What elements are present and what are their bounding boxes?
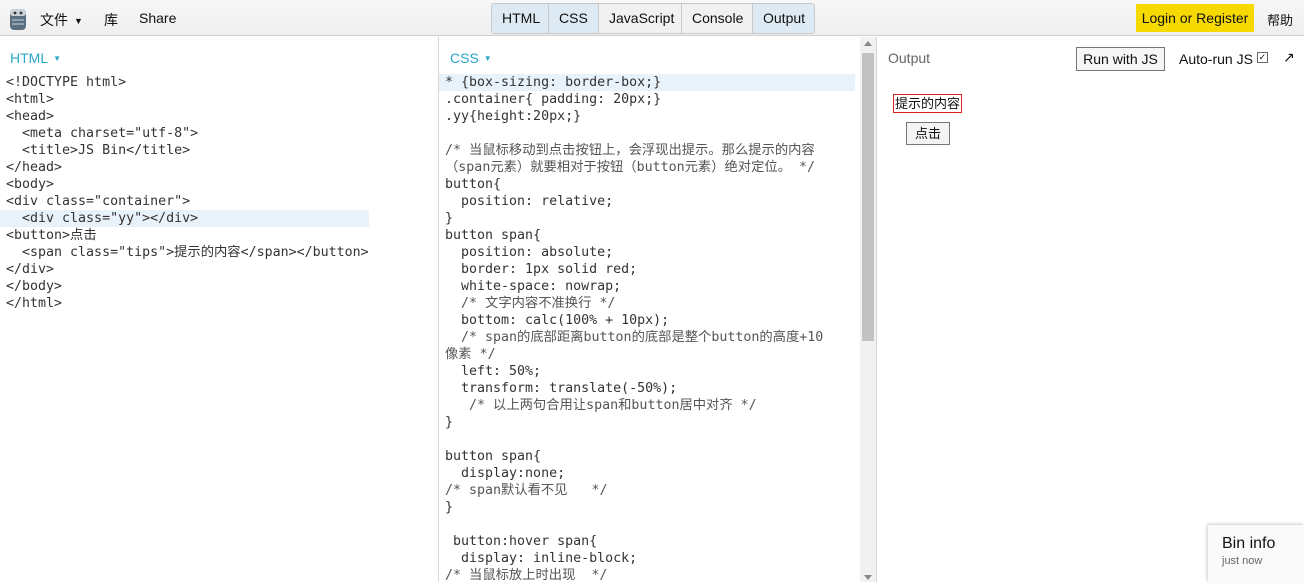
html-code-line: <!DOCTYPE html> (6, 75, 127, 90)
share-menu[interactable]: Share (139, 10, 176, 26)
css-panel-label[interactable]: CSS ▼ (450, 50, 492, 66)
caret-down-icon: ▼ (53, 54, 62, 63)
output-panel-label: Output (888, 50, 931, 66)
css-code-line: /* 当鼠标移动到点击按钮上，会浮现出提示。那么提示的内容 (445, 143, 815, 158)
tab-javascript[interactable]: JavaScript (599, 4, 682, 33)
top-toolbar: 文件 ▼ 库 Share HTML CSS JavaScript Console … (0, 0, 1304, 36)
css-code-line: display: inline-block; (445, 551, 638, 566)
html-code-editor[interactable]: <!DOCTYPE html> <html> <head> <meta charse… (0, 74, 369, 312)
css-code-line: /* span默认看不见 */ (445, 483, 608, 498)
css-code-line (445, 516, 855, 533)
css-code-line: .container{ padding: 20px;} (445, 92, 662, 107)
output-panel: Output Run with JS Auto-run JS ✓ ↗ 提示的内容 … (878, 37, 1304, 582)
css-code-line: display:none; (445, 466, 566, 481)
html-editor-panel: HTML ▼ <!DOCTYPE html> <html> <head> <meta … (0, 37, 439, 582)
demo-click-button[interactable]: 点击 (906, 122, 950, 145)
css-code-line: /* 以上两句合用让span和button居中对齐 */ (445, 398, 757, 413)
html-panel-label-text: HTML (10, 50, 49, 66)
html-panel-label[interactable]: HTML ▼ (10, 50, 61, 66)
css-code-line: .yy{height:20px;} (445, 109, 582, 124)
css-code-editor[interactable]: * {box-sizing: border-box;} .container{ p… (439, 74, 855, 584)
html-code-line: <span class="tips">提示的内容</span></button> (6, 245, 369, 260)
login-register-button[interactable]: Login or Register (1136, 4, 1254, 32)
css-code-line: * {box-sizing: border-box;} (439, 74, 855, 91)
css-code-line: （span元素）就要相对于按钮（button元素）绝对定位。 */ (445, 160, 816, 175)
css-code-line: button{ (445, 177, 502, 192)
css-editor-panel: CSS ▼ * {box-sizing: border-box;} .contain… (439, 37, 877, 584)
css-code-line (445, 431, 855, 448)
scroll-down-arrow-icon[interactable] (864, 575, 872, 580)
scroll-up-arrow-icon[interactable] (864, 41, 872, 46)
css-code-line: } (445, 211, 454, 226)
autorun-checkbox[interactable]: ✓ (1256, 52, 1268, 63)
expand-arrow-icon[interactable]: ↗ (1283, 49, 1295, 66)
autorun-js-toggle[interactable]: Auto-run JS ✓ (1179, 51, 1268, 67)
html-code-line: <div class="container"> (6, 194, 191, 209)
bin-info-title: Bin info (1222, 535, 1276, 552)
tab-console[interactable]: Console (682, 4, 753, 33)
html-code-line: </head> (6, 160, 63, 175)
css-code-line: 像素 */ (445, 347, 496, 362)
css-code-line (445, 125, 855, 142)
css-code-line: position: absolute; (445, 245, 614, 260)
html-code-line: <button>点击 (6, 228, 97, 243)
css-code-line: transform: translate(-50%); (445, 381, 678, 396)
bin-info-box[interactable]: Bin info just now (1208, 525, 1304, 582)
css-code-line: button:hover span{ (445, 534, 598, 549)
css-code-line: /* 文字内容不准换行 */ (445, 296, 616, 311)
css-code-line: left: 50%; (445, 364, 542, 379)
tab-css[interactable]: CSS (549, 4, 599, 33)
html-code-line: </html> (6, 296, 63, 311)
css-code-line: position: relative; (445, 194, 614, 209)
css-scrollbar[interactable] (860, 37, 876, 582)
help-menu[interactable]: 帮助 (1267, 10, 1293, 29)
tooltip-preview: 提示的内容 (893, 94, 963, 113)
html-code-line: <html> (6, 92, 55, 107)
html-code-line: <div class="yy"></div> (0, 210, 369, 227)
html-code-line: </body> (6, 279, 63, 294)
tab-output[interactable]: Output (753, 4, 814, 33)
css-code-line: } (445, 500, 454, 515)
scroll-thumb[interactable] (862, 53, 874, 341)
css-code-line: bottom: calc(100% + 10px); (445, 313, 670, 328)
caret-down-icon: ▼ (483, 54, 492, 63)
css-code-line: button span{ (445, 449, 542, 464)
file-menu[interactable]: 文件 ▼ (40, 10, 83, 30)
html-code-line: <title>JS Bin</title> (6, 143, 191, 158)
css-code-line: white-space: nowrap; (445, 279, 622, 294)
caret-down-icon: ▼ (74, 16, 83, 26)
autorun-js-label: Auto-run JS (1179, 51, 1253, 67)
html-code-line: <body> (6, 177, 55, 192)
css-code-line: /* span的底部距离button的底部是整个button的高度+10 (445, 330, 824, 345)
jsbin-logo-icon[interactable] (8, 7, 28, 31)
panel-tabs: HTML CSS JavaScript Console Output (491, 3, 815, 34)
css-panel-label-text: CSS (450, 50, 479, 66)
css-code-line: button span{ (445, 228, 542, 243)
file-menu-label: 文件 (40, 12, 68, 28)
bin-info-subtitle: just now (1222, 555, 1263, 567)
html-code-line: <meta charset="utf-8"> (6, 126, 199, 141)
html-code-line: </div> (6, 262, 55, 277)
library-menu[interactable]: 库 (104, 10, 118, 30)
run-with-js-button[interactable]: Run with JS (1076, 47, 1165, 71)
css-code-line: /* 当鼠标放上时出现 */ (445, 568, 608, 583)
css-code-line: } (445, 415, 454, 430)
html-code-line: <head> (6, 109, 55, 124)
tab-html[interactable]: HTML (492, 4, 549, 33)
css-code-line: border: 1px solid red; (445, 262, 638, 277)
